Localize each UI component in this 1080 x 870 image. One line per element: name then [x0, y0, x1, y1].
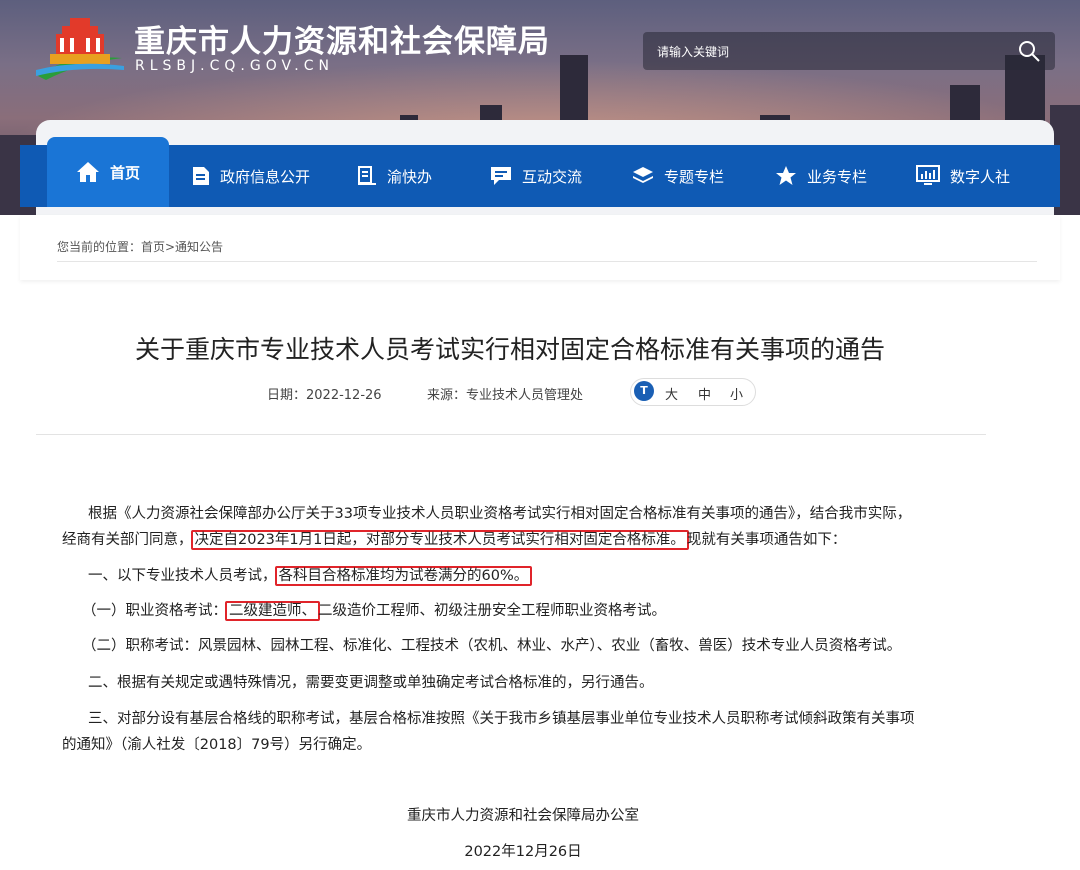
highlight-box: 二级建造师、 — [225, 601, 320, 621]
search-box[interactable]: 请输入关键词 — [643, 32, 1055, 70]
paragraph-1-line-2: 经商有关部门同意， 决定自2023年1月1日起，对部分专业技术人员考试实行相对固定… — [62, 530, 847, 550]
divider — [57, 261, 1037, 262]
breadcrumb[interactable]: 您当前的位置：首页>通知公告 — [57, 238, 223, 255]
site-title: 重庆市人力资源和社会保障局 — [134, 24, 550, 60]
nav-item-label: 专题专栏 — [664, 167, 725, 186]
highlight-box: 各科目合格标准均为试卷满分的60%。 — [274, 566, 533, 586]
font-size-medium[interactable]: 中 — [698, 384, 711, 403]
search-icon[interactable] — [1017, 39, 1041, 63]
article-date: 日期：2022-12-26 — [267, 388, 382, 403]
signature: 重庆市人力资源和社会保障局办公室 — [407, 808, 639, 824]
paragraph-4: （二）职称考试：风景园林、园林工程、标准化、工程技术（农机、林业、水产）、农业（… — [82, 638, 902, 654]
star-icon — [776, 166, 796, 185]
list-icon — [358, 166, 376, 185]
divider — [36, 434, 986, 435]
paragraph-6-line-2: 的通知》（渝人社发〔2018〕79号）另行确定。 — [62, 737, 372, 753]
article-title: 关于重庆市专业技术人员考试实行相对固定合格标准有关事项的通告 — [134, 335, 885, 364]
paragraph-2: 一、以下专业技术人员考试， 各科目合格标准均为试卷满分的60%。 — [88, 566, 533, 586]
paragraph-3: （一）职业资格考试： 二级建造师、 二级造价工程师、初级注册安全工程师职业资格考试。 — [82, 601, 666, 621]
font-size-icon: T — [634, 381, 654, 401]
nav-item-label: 互动交流 — [522, 167, 583, 186]
nav-item-business[interactable]: 业务专栏 — [775, 145, 867, 207]
nav-item-label: 业务专栏 — [807, 167, 868, 186]
monitor-icon — [916, 165, 940, 185]
font-size-large[interactable]: 大 — [665, 384, 678, 403]
signature-date: 2022年12月26日 — [464, 844, 582, 860]
layers-icon — [633, 167, 653, 183]
nav-item-label: 首页 — [109, 163, 140, 182]
nav-item-home[interactable]: 首页 — [47, 137, 169, 207]
nav-item-topics[interactable]: 专题专栏 — [632, 145, 724, 207]
search-input[interactable]: 请输入关键词 — [657, 43, 729, 60]
paragraph-1-line-1: 根据《人力资源社会保障部办公厅关于33项专业技术人员职业资格考试实行相对固定合格… — [88, 506, 912, 522]
document-icon — [193, 167, 209, 185]
paragraph-6-line-1: 三、对部分设有基层合格线的职称考试，基层合格标准按照《关于我市乡镇基层事业单位专… — [88, 711, 915, 727]
home-icon — [76, 162, 99, 182]
nav-item-label: 数字人社 — [950, 167, 1011, 186]
nav-item-yukuaiban[interactable]: 渝快办 — [357, 145, 432, 207]
main-nav: 首页 政府信息公开 渝快办 互动交流 专题专栏 业务专栏 数字人社 — [20, 137, 1060, 207]
article-source: 来源：专业技术人员管理处 — [427, 388, 584, 403]
font-size-small[interactable]: 小 — [730, 384, 743, 403]
nav-item-interaction[interactable]: 互动交流 — [490, 145, 582, 207]
paragraph-5: 二、根据有关规定或遇特殊情况，需要变更调整或单独确定考试合格标准的，另行通告。 — [88, 675, 654, 691]
nav-item-gov-info[interactable]: 政府信息公开 — [192, 145, 310, 207]
chat-icon — [491, 167, 511, 185]
nav-item-digital[interactable]: 数字人社 — [916, 145, 1010, 207]
highlight-box: 决定自2023年1月1日起，对部分专业技术人员考试实行相对固定合格标准。 — [190, 530, 689, 550]
nav-item-label: 政府信息公开 — [220, 167, 311, 186]
site-domain: RLSBJ.CQ.GOV.CN — [135, 58, 334, 74]
nav-item-label: 渝快办 — [387, 167, 433, 186]
logo-icon — [36, 18, 124, 80]
